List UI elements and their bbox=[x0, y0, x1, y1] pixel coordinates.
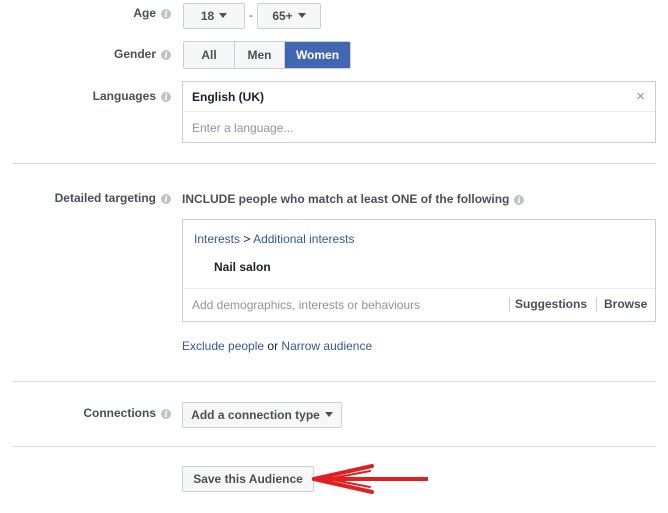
gender-option-men[interactable]: Men bbox=[235, 42, 285, 68]
or-text: or bbox=[267, 339, 279, 353]
chevron-down-icon bbox=[324, 412, 333, 418]
info-icon[interactable]: i bbox=[161, 92, 171, 102]
section-divider bbox=[12, 163, 656, 164]
info-icon[interactable]: i bbox=[161, 9, 171, 19]
suggestions-button[interactable]: Suggestions bbox=[515, 297, 587, 311]
info-icon[interactable]: i bbox=[161, 50, 171, 60]
info-icon[interactable]: i bbox=[514, 195, 524, 205]
suggestions-separator bbox=[509, 297, 510, 312]
info-icon[interactable]: i bbox=[161, 409, 171, 419]
include-text: INCLUDE people who match at least ONE of… bbox=[182, 192, 510, 206]
connections-label: Connections bbox=[83, 406, 156, 420]
language-input[interactable]: Enter a language... bbox=[192, 121, 293, 135]
targeting-input[interactable]: Add demographics, interests or behaviour… bbox=[192, 298, 420, 312]
age-label: Age bbox=[133, 6, 156, 20]
arrow-annotation-icon bbox=[312, 464, 428, 494]
age-max-value: 65+ bbox=[272, 9, 293, 23]
detailed-targeting-box: Interests > Additional interests Nail sa… bbox=[182, 219, 656, 322]
exclude-people-link[interactable]: Exclude people bbox=[182, 339, 264, 353]
age-max-dropdown[interactable]: 65+ bbox=[257, 3, 321, 29]
languages-box: English (UK) × Enter a language... bbox=[182, 81, 656, 143]
gender-option-all[interactable]: All bbox=[184, 42, 235, 68]
narrow-audience-link[interactable]: Narrow audience bbox=[281, 339, 372, 353]
selected-language-row: English (UK) × bbox=[183, 82, 655, 112]
targeting-item[interactable]: Nail salon bbox=[214, 260, 271, 274]
connection-type-dropdown[interactable]: Add a connection type bbox=[182, 402, 342, 428]
age-separator: - bbox=[249, 8, 253, 22]
breadcrumb-separator: > bbox=[243, 232, 251, 246]
detailed-targeting-label: Detailed targeting bbox=[54, 191, 156, 205]
age-min-value: 18 bbox=[200, 9, 215, 23]
close-icon[interactable]: × bbox=[636, 88, 645, 105]
chevron-down-icon bbox=[297, 13, 306, 19]
selected-language: English (UK) bbox=[192, 90, 264, 104]
connection-type-label: Add a connection type bbox=[191, 408, 320, 422]
interests-link[interactable]: Interests bbox=[194, 232, 240, 246]
browse-separator bbox=[596, 297, 597, 312]
browse-button[interactable]: Browse bbox=[604, 297, 647, 311]
box-divider bbox=[183, 288, 655, 289]
section-divider bbox=[12, 381, 656, 382]
exclude-narrow-row: Exclude people or Narrow audience bbox=[182, 339, 372, 353]
gender-label: Gender bbox=[113, 47, 156, 61]
age-min-dropdown[interactable]: 18 bbox=[183, 3, 245, 29]
save-audience-button[interactable]: Save this Audience bbox=[182, 466, 314, 492]
gender-option-women[interactable]: Women bbox=[285, 42, 350, 68]
gender-selector: All Men Women bbox=[183, 41, 351, 69]
section-divider bbox=[12, 446, 656, 447]
chevron-down-icon bbox=[219, 13, 228, 19]
info-icon[interactable]: i bbox=[161, 194, 171, 204]
targeting-breadcrumb: Interests > Additional interests bbox=[194, 232, 354, 246]
languages-label: Languages bbox=[92, 89, 156, 103]
additional-interests-link[interactable]: Additional interests bbox=[253, 232, 354, 246]
